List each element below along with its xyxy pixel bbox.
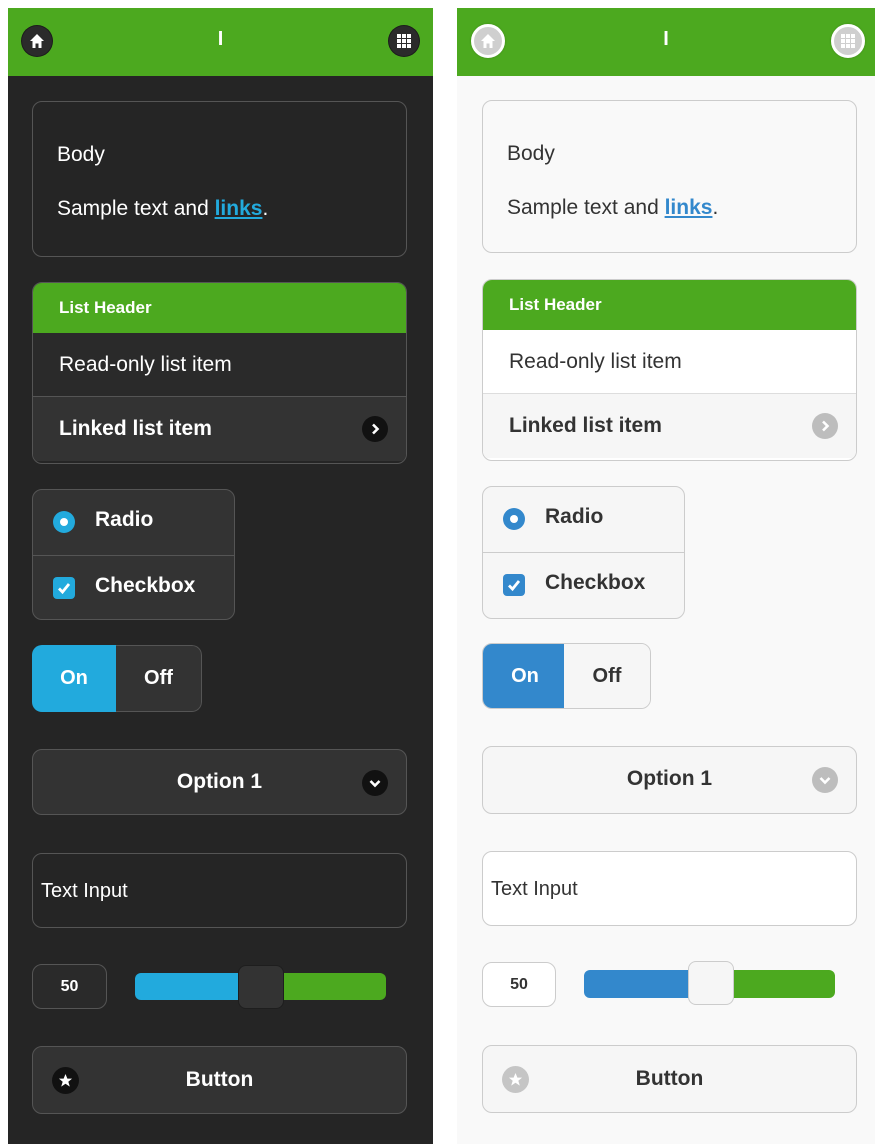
body-heading: Body bbox=[507, 142, 555, 165]
slider-handle[interactable] bbox=[688, 961, 734, 1005]
select-menu[interactable]: Option 1 bbox=[32, 749, 407, 815]
body-text-suffix: . bbox=[262, 197, 269, 220]
grid-icon bbox=[841, 34, 855, 48]
choice-group: Radio Checkbox bbox=[32, 489, 235, 620]
body-link[interactable]: links bbox=[215, 197, 263, 220]
list-item-readonly: Read-only list item bbox=[483, 330, 856, 394]
grid-button[interactable] bbox=[831, 24, 865, 58]
list-item-linked[interactable]: Linked list item bbox=[483, 394, 856, 458]
body-text: Sample text and links. bbox=[507, 196, 718, 220]
radio-checked-icon bbox=[503, 508, 525, 530]
grid-button[interactable] bbox=[389, 26, 419, 56]
body-card: Body Sample text and links. bbox=[482, 100, 857, 253]
radio-checked-icon bbox=[53, 511, 75, 533]
select-value: Option 1 bbox=[176, 770, 263, 793]
body-link[interactable]: links bbox=[665, 196, 713, 219]
chevron-down-icon bbox=[812, 767, 838, 793]
slider-value-input[interactable]: 50 bbox=[482, 962, 556, 1007]
body-text-prefix: Sample text and bbox=[507, 196, 665, 219]
flip-switch-off[interactable]: Off bbox=[116, 645, 202, 712]
radio-label: Radio bbox=[545, 505, 604, 528]
slider-handle[interactable] bbox=[238, 965, 284, 1009]
select-value: Option 1 bbox=[626, 767, 713, 790]
light-theme-panel: I Body Sample text and links. List Heade… bbox=[457, 8, 875, 1144]
button-label: Button bbox=[635, 1067, 704, 1090]
list-header: List Header bbox=[483, 280, 856, 330]
choice-group: Radio Checkbox bbox=[482, 486, 685, 619]
text-input-value: Text Input bbox=[41, 880, 128, 902]
listview: List Header Read-only list item Linked l… bbox=[482, 279, 857, 461]
list-item-linked[interactable]: Linked list item bbox=[33, 397, 406, 461]
page-title: I bbox=[217, 28, 224, 50]
chevron-down-icon bbox=[362, 770, 388, 796]
list-header: List Header bbox=[33, 283, 406, 333]
list-item-linked-label: Linked list item bbox=[59, 417, 212, 440]
body-text-suffix: . bbox=[712, 196, 719, 219]
text-input-value: Text Input bbox=[491, 878, 578, 900]
checkbox-checked-icon bbox=[503, 574, 525, 596]
checkbox-option[interactable]: Checkbox bbox=[483, 552, 684, 617]
grid-icon bbox=[397, 34, 411, 48]
flip-switch[interactable]: On Off bbox=[482, 643, 651, 709]
flip-switch-on[interactable]: On bbox=[483, 644, 567, 708]
checkbox-checked-icon bbox=[53, 577, 75, 599]
button[interactable]: Button bbox=[482, 1045, 857, 1113]
flip-switch-off[interactable]: Off bbox=[564, 644, 650, 708]
checkbox-option[interactable]: Checkbox bbox=[33, 555, 234, 620]
checkbox-label: Checkbox bbox=[95, 574, 196, 597]
radio-label: Radio bbox=[95, 508, 154, 531]
body-text-prefix: Sample text and bbox=[57, 197, 215, 220]
dark-theme-panel: I Body Sample text and links. List Heade… bbox=[8, 8, 433, 1144]
listview: List Header Read-only list item Linked l… bbox=[32, 282, 407, 464]
radio-option[interactable]: Radio bbox=[483, 487, 684, 551]
slider-value-input[interactable]: 50 bbox=[32, 964, 107, 1009]
select-menu[interactable]: Option 1 bbox=[482, 746, 857, 814]
body-heading: Body bbox=[57, 143, 105, 166]
chevron-right-icon bbox=[812, 413, 838, 439]
body-text: Sample text and links. bbox=[57, 197, 268, 221]
flip-switch-on[interactable]: On bbox=[32, 645, 116, 712]
radio-option[interactable]: Radio bbox=[33, 490, 234, 554]
text-input[interactable]: Text Input bbox=[32, 853, 407, 928]
page-title: I bbox=[663, 28, 669, 50]
button-label: Button bbox=[185, 1068, 254, 1091]
button[interactable]: Button bbox=[32, 1046, 407, 1114]
header-bar: I bbox=[457, 8, 875, 76]
text-input[interactable]: Text Input bbox=[482, 851, 857, 926]
checkbox-label: Checkbox bbox=[545, 571, 646, 594]
list-item-linked-label: Linked list item bbox=[509, 414, 662, 437]
list-item-readonly: Read-only list item bbox=[33, 333, 406, 397]
flip-switch[interactable]: On Off bbox=[32, 645, 202, 712]
chevron-right-icon bbox=[362, 416, 388, 442]
header-bar: I bbox=[8, 8, 433, 76]
body-card: Body Sample text and links. bbox=[32, 101, 407, 257]
